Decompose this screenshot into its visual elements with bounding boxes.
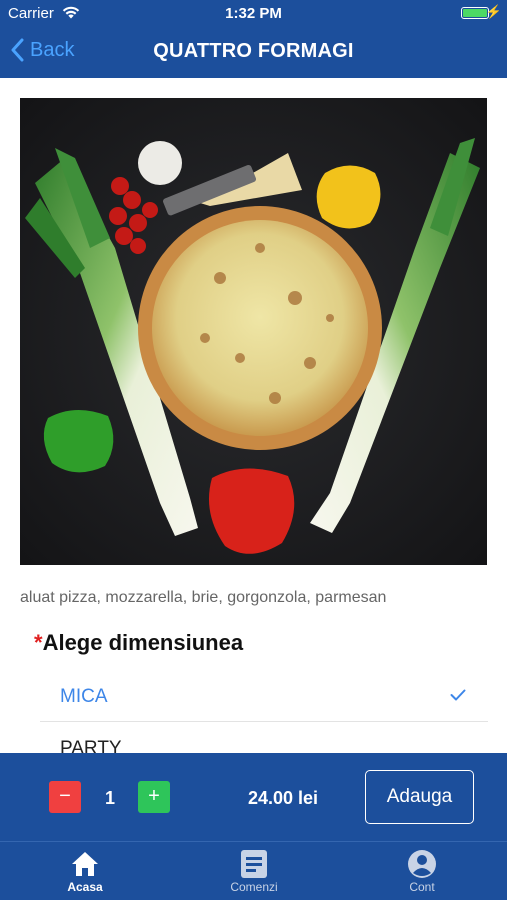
- tab-acasa[interactable]: Acasa: [25, 848, 145, 894]
- list-icon: [194, 848, 314, 880]
- tab-cont[interactable]: Cont: [362, 848, 482, 894]
- checkmark-icon: [450, 688, 466, 706]
- size-section-title: *Alege dimensiunea: [34, 630, 243, 656]
- battery-icon: [461, 7, 489, 19]
- decrease-quantity-button[interactable]: −: [49, 781, 81, 813]
- tab-label: Acasa: [67, 880, 103, 894]
- tab-label: Cont: [409, 880, 435, 894]
- size-option-mica[interactable]: MICA: [40, 674, 488, 722]
- quantity-value: 1: [104, 788, 115, 808]
- increase-quantity-button[interactable]: +: [138, 781, 170, 813]
- ingredients-text: aluat pizza, mozzarella, brie, gorgonzol…: [20, 589, 387, 606]
- page-title: QUATTRO FORMAGI: [153, 40, 354, 62]
- size-option-label: PARTY: [60, 738, 122, 753]
- clock: 1:32 PM: [225, 5, 282, 22]
- account-icon: [362, 848, 482, 880]
- add-to-cart-button[interactable]: Adauga: [365, 770, 474, 824]
- status-bar: Carrier 1:32 PM ⚡: [0, 0, 507, 28]
- size-option-party[interactable]: PARTY: [40, 732, 488, 753]
- tab-label: Comenzi: [230, 880, 278, 894]
- product-photo: [20, 98, 487, 565]
- home-icon: [25, 848, 145, 880]
- size-section-label: Alege dimensiunea: [42, 630, 244, 655]
- charging-icon: ⚡: [485, 4, 502, 19]
- size-option-label: MICA: [60, 686, 108, 707]
- required-marker: *: [34, 630, 43, 655]
- product-detail[interactable]: aluat pizza, mozzarella, brie, gorgonzol…: [0, 78, 507, 753]
- order-bar: − 1 + 24.00 lei Adauga: [0, 753, 507, 841]
- navigation-bar: Back QUATTRO FORMAGI: [0, 28, 507, 78]
- tab-comenzi[interactable]: Comenzi: [194, 848, 314, 894]
- total-price: 24.00 lei: [248, 788, 319, 808]
- tab-bar: Acasa Comenzi Cont: [0, 841, 507, 900]
